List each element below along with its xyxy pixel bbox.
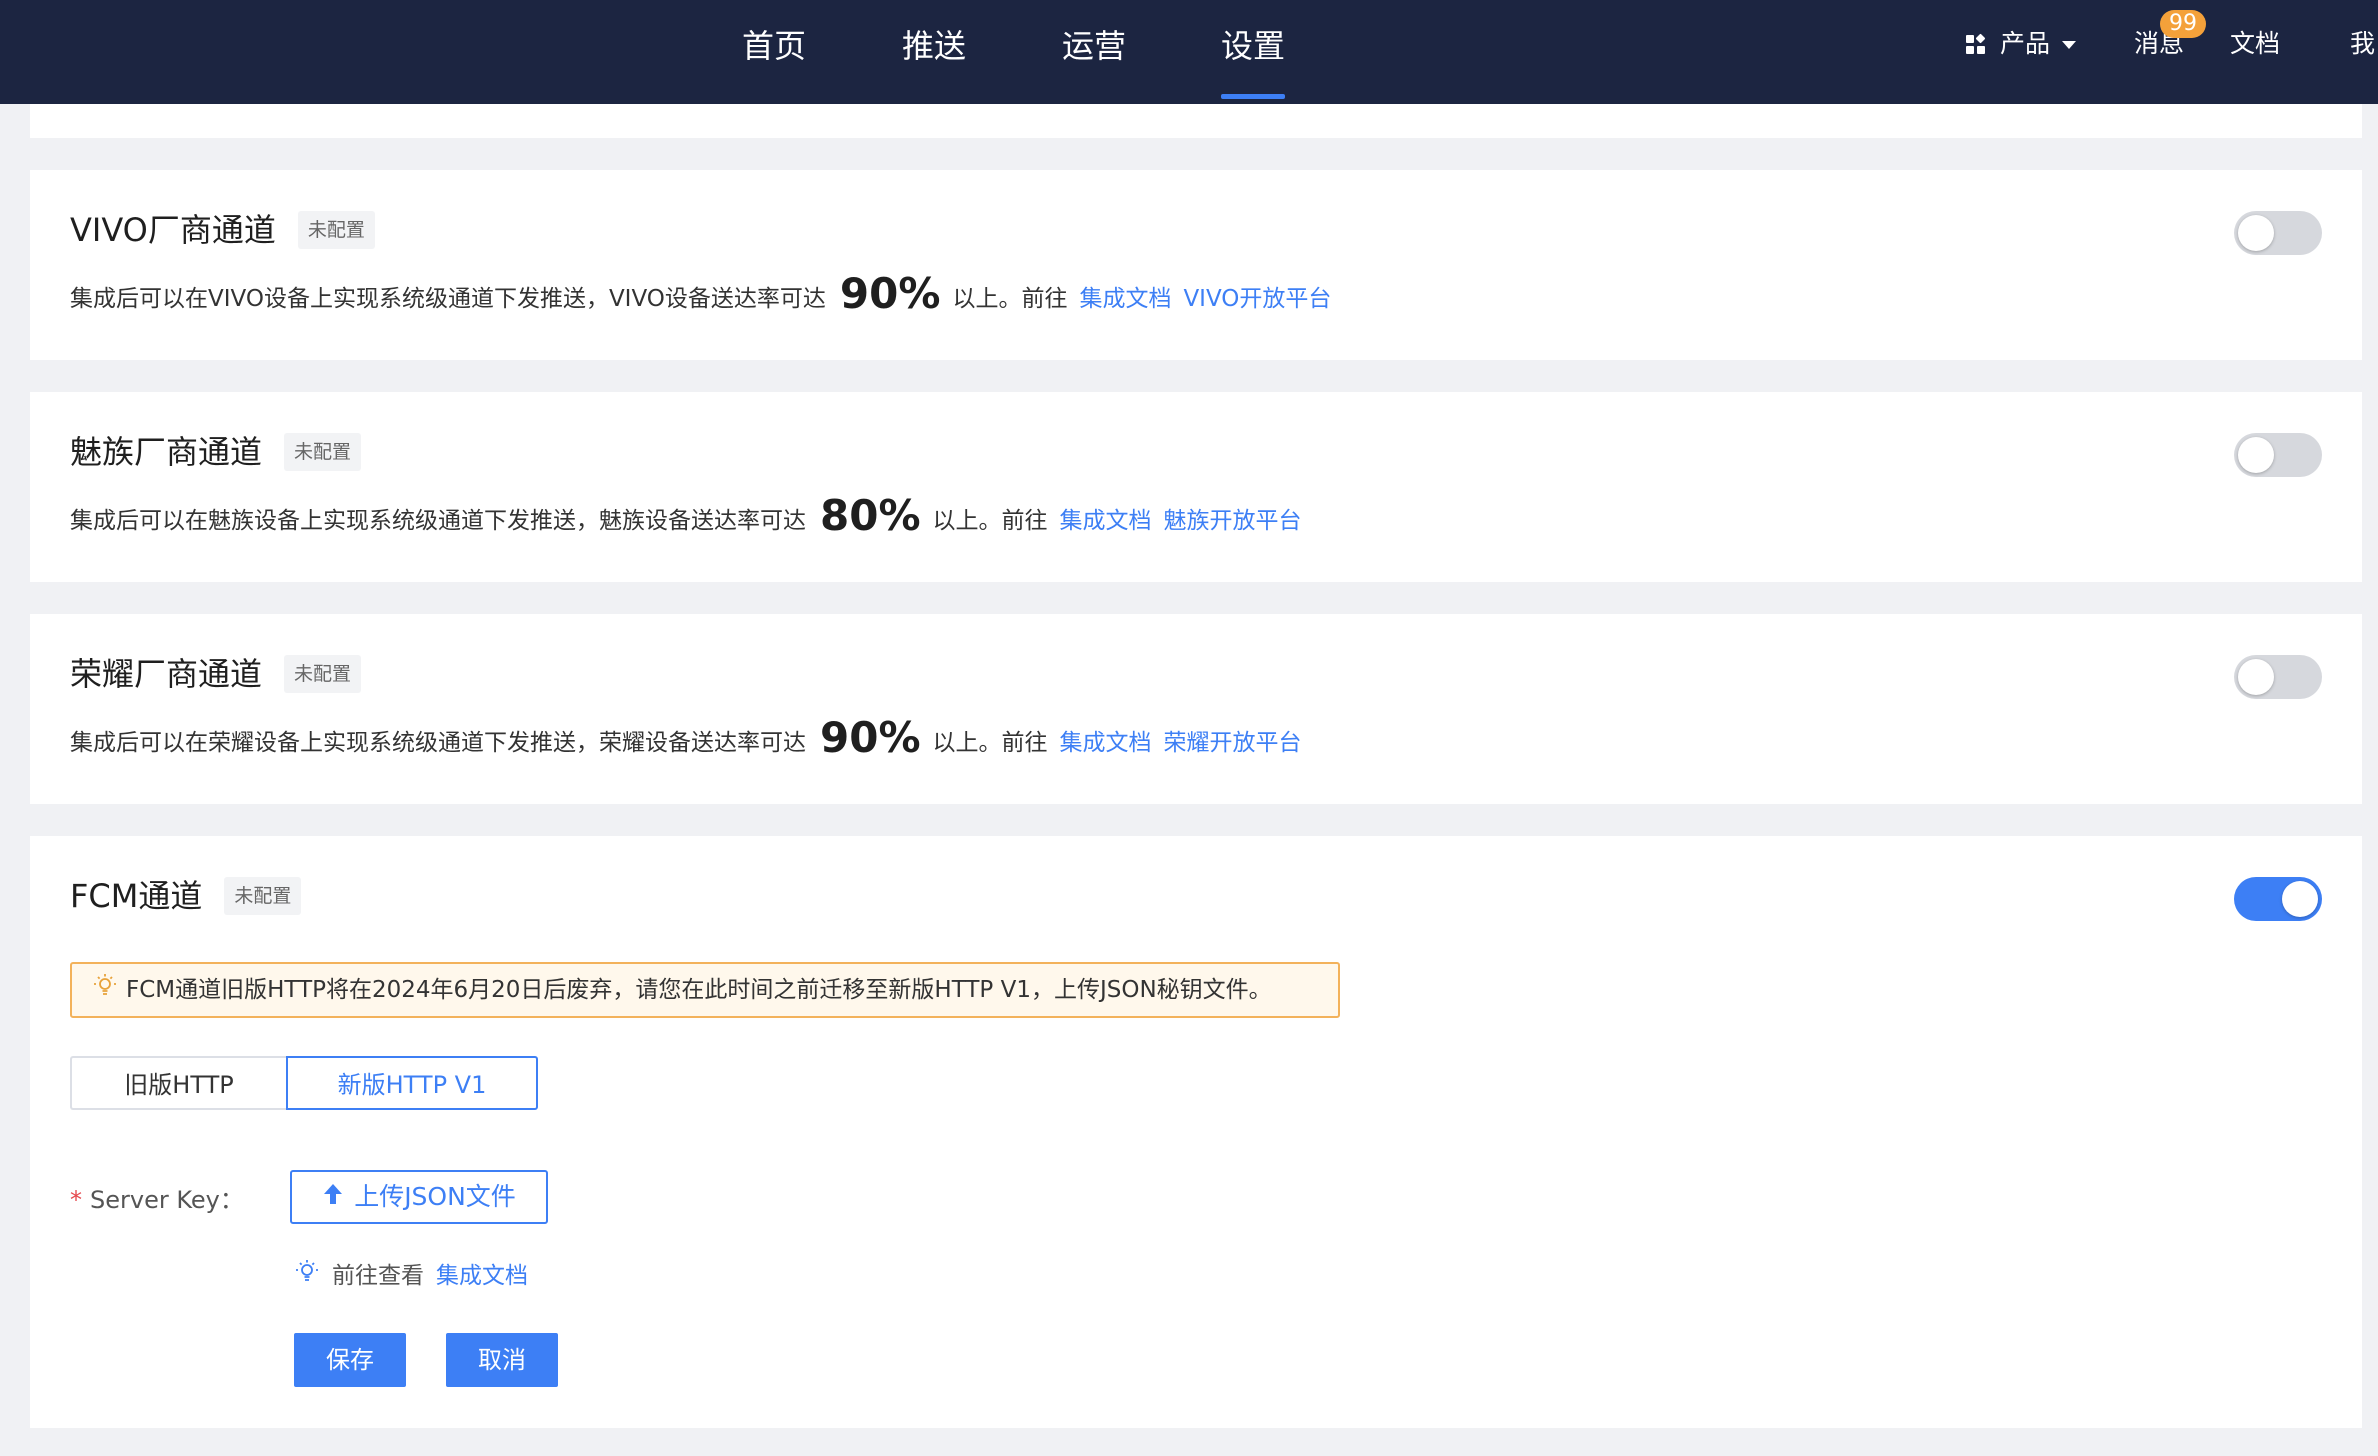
open-platform-link[interactable]: 荣耀开放平台 bbox=[1164, 730, 1302, 756]
channel-description: 集成后可以在魅族设备上实现系统级通道下发推送，魅族设备送达率可达 80% 以上。前往… bbox=[70, 492, 1302, 545]
description-suffix: 以上。前往 bbox=[932, 730, 1048, 756]
description-text: 集成后可以在魅族设备上实现系统级通道下发推送，魅族设备送达率可达 bbox=[70, 508, 806, 534]
open-platform-link[interactable]: 魅族开放平台 bbox=[1164, 508, 1302, 534]
chevron-down-icon bbox=[2062, 41, 2077, 49]
channel-description: 集成后可以在荣耀设备上实现系统级通道下发推送，荣耀设备送达率可达 90% 以上。前往… bbox=[70, 714, 1302, 767]
channel-title-text: FCM通道 bbox=[70, 877, 203, 915]
previous-channel-card bbox=[30, 104, 2362, 138]
required-mark: * bbox=[70, 1186, 82, 1214]
toggle-knob bbox=[2282, 881, 2318, 917]
delivery-rate: 90% bbox=[820, 713, 921, 762]
integration-docs-link[interactable]: 集成文档 bbox=[1079, 286, 1171, 312]
server-key-label-text: Server Key： bbox=[90, 1186, 244, 1214]
status-badge: 未配置 bbox=[297, 211, 375, 249]
channel-description: 集成后可以在VIVO设备上实现系统级通道下发推送，VIVO设备送达率可达 90% 以… bbox=[70, 270, 1331, 323]
server-key-label: * Server Key： bbox=[70, 1180, 244, 1220]
top-navigation-bar: 首页 推送 运营 设置 产品 消息 99 文档 我 bbox=[0, 0, 2378, 104]
integration-docs-link[interactable]: 集成文档 bbox=[1060, 730, 1152, 756]
status-badge: 未配置 bbox=[224, 877, 302, 915]
channel-card-fcm: FCM通道 未配置 FCM通道旧版HTTP将在2024年6月20日后废弃，请您在此… bbox=[30, 836, 2362, 1428]
active-tab-indicator bbox=[1221, 94, 1285, 99]
delivery-rate: 80% bbox=[820, 491, 921, 540]
deprecation-warning: FCM通道旧版HTTP将在2024年6月20日后废弃，请您在此时间之前迁移至新版… bbox=[70, 962, 1340, 1018]
channel-card-meizu: 魅族厂商通道 未配置 集成后可以在魅族设备上实现系统级通道下发推送，魅族设备送达率… bbox=[30, 392, 2362, 582]
tab-push[interactable]: 推送 bbox=[874, 20, 994, 72]
channel-title: 魅族厂商通道 未配置 bbox=[70, 432, 362, 473]
docs-link[interactable]: 文档 bbox=[2230, 22, 2280, 66]
channel-title: VIVO厂商通道 未配置 bbox=[70, 210, 375, 251]
toggle-knob bbox=[2238, 659, 2274, 695]
save-button[interactable]: 保存 bbox=[294, 1333, 406, 1387]
integration-docs-link[interactable]: 集成文档 bbox=[436, 1263, 528, 1289]
channel-title-text: 魅族厂商通道 bbox=[70, 433, 263, 471]
channel-card-vivo: VIVO厂商通道 未配置 集成后可以在VIVO设备上实现系统级通道下发推送，VIV… bbox=[30, 170, 2362, 360]
lightbulb-icon bbox=[92, 965, 118, 1017]
fcm-channel-toggle[interactable] bbox=[2234, 877, 2322, 921]
tab-http-v1[interactable]: 新版HTTP V1 bbox=[286, 1056, 538, 1110]
delivery-rate: 90% bbox=[839, 269, 941, 318]
docs-hint: 前往查看 集成文档 bbox=[294, 1256, 528, 1297]
toggle-knob bbox=[2238, 437, 2274, 473]
channel-toggle[interactable] bbox=[2234, 433, 2322, 477]
tab-legacy-http[interactable]: 旧版HTTP bbox=[70, 1056, 286, 1110]
lightbulb-icon bbox=[294, 1257, 320, 1297]
status-badge: 未配置 bbox=[284, 655, 362, 693]
messages-badge: 99 bbox=[2160, 10, 2206, 38]
description-text: 集成后可以在VIVO设备上实现系统级通道下发推送，VIVO设备送达率可达 bbox=[70, 286, 826, 312]
channel-toggle[interactable] bbox=[2234, 211, 2322, 255]
toggle-knob bbox=[2238, 215, 2274, 251]
tab-settings[interactable]: 设置 bbox=[1193, 20, 1313, 72]
grid-icon bbox=[1966, 33, 1986, 55]
channel-title: 荣耀厂商通道 未配置 bbox=[70, 654, 362, 695]
channel-title-text: VIVO厂商通道 bbox=[70, 211, 276, 249]
cancel-button[interactable]: 取消 bbox=[446, 1333, 558, 1387]
upload-json-button[interactable]: 上传JSON文件 bbox=[290, 1170, 548, 1224]
warning-text: FCM通道旧版HTTP将在2024年6月20日后废弃，请您在此时间之前迁移至新版… bbox=[126, 977, 1272, 1003]
product-menu[interactable]: 产品 bbox=[1966, 22, 2077, 66]
hint-text: 前往查看 bbox=[332, 1263, 424, 1289]
description-suffix: 以上。前往 bbox=[932, 508, 1048, 534]
description-suffix: 以上。前往 bbox=[952, 286, 1068, 312]
status-badge: 未配置 bbox=[284, 433, 362, 471]
channel-title-text: 荣耀厂商通道 bbox=[70, 655, 263, 693]
user-menu[interactable]: 我 bbox=[2350, 22, 2375, 66]
tab-home[interactable]: 首页 bbox=[714, 20, 834, 72]
channel-toggle[interactable] bbox=[2234, 655, 2322, 699]
description-text: 集成后可以在荣耀设备上实现系统级通道下发推送，荣耀设备送达率可达 bbox=[70, 730, 806, 756]
tab-operations[interactable]: 运营 bbox=[1034, 20, 1154, 72]
channel-title: FCM通道 未配置 bbox=[70, 876, 302, 917]
product-menu-label: 产品 bbox=[2000, 29, 2051, 58]
upload-json-label: 上传JSON文件 bbox=[354, 1182, 516, 1211]
upload-arrow-icon bbox=[322, 1173, 344, 1223]
integration-docs-link[interactable]: 集成文档 bbox=[1060, 508, 1152, 534]
channel-card-honor: 荣耀厂商通道 未配置 集成后可以在荣耀设备上实现系统级通道下发推送，荣耀设备送达率… bbox=[30, 614, 2362, 804]
open-platform-link[interactable]: VIVO开放平台 bbox=[1183, 286, 1331, 312]
